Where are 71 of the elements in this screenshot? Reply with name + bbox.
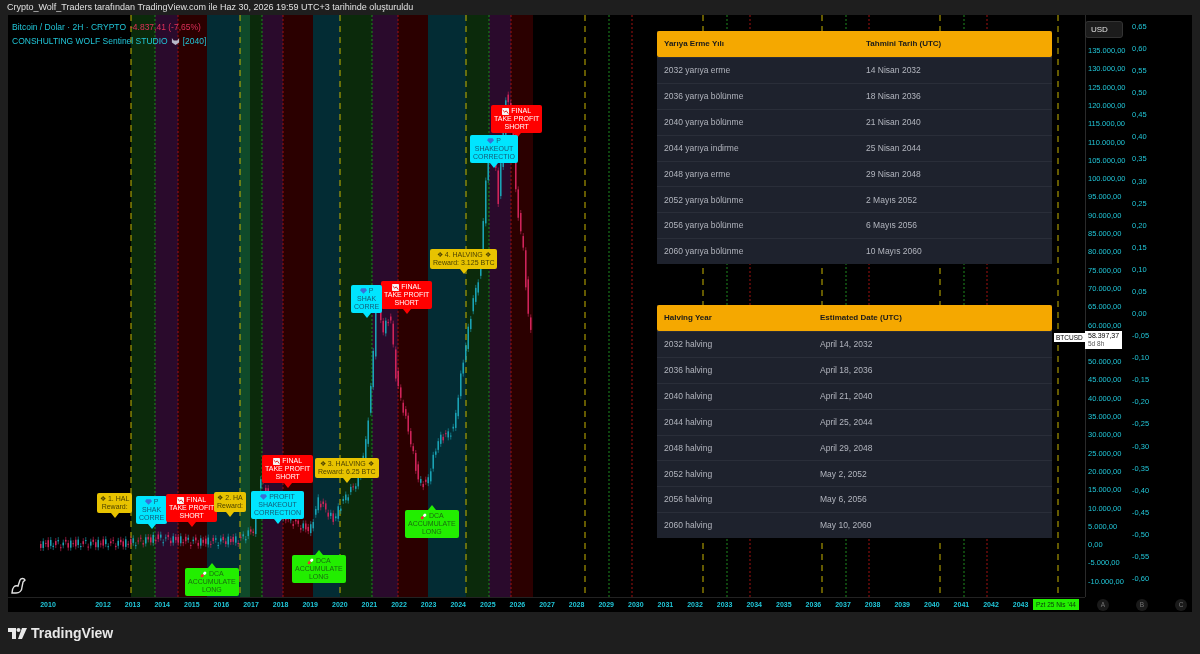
pointer-icon <box>283 483 292 488</box>
pointer-icon <box>342 478 351 483</box>
brand-name: TradingView <box>31 623 114 643</box>
table-cell-text: 2036 halving <box>663 363 714 377</box>
diamond-icon <box>487 138 495 145</box>
table-cell: April 18, 2036 <box>820 363 873 377</box>
table-cell-text: 2060 yarıya bölünme <box>663 245 745 259</box>
pill-icon <box>306 557 314 565</box>
diamond-icon <box>260 494 268 501</box>
table-cell: 29 Nisan 2048 <box>866 167 921 181</box>
pointer-icon <box>273 519 282 524</box>
table-cell-text: 2044 halving <box>663 415 714 429</box>
table-cell-text: 2032 halving <box>663 338 714 351</box>
table-cell-text: 2056 halving <box>663 493 714 507</box>
table-cell: April 25, 2044 <box>820 415 873 429</box>
table-cell: 25 Nisan 2044 <box>866 141 921 155</box>
pointer-icon <box>110 513 119 518</box>
indicator-name: CONSHULTING WOLF Sentinel STUDIO <box>12 34 168 48</box>
table-cell-text: 2040 yarıya bölünme <box>663 115 745 129</box>
pointer-icon <box>314 550 323 555</box>
pill-icon <box>419 512 427 520</box>
column-header: Estimated Date (UTC) <box>820 312 902 324</box>
column-header: Halving Year <box>663 312 713 324</box>
table-cell: 21 Nisan 2040 <box>866 115 921 129</box>
table-cell: May 6, 2056 <box>820 493 867 507</box>
wolf-icon <box>170 36 180 46</box>
diamond-icon <box>359 288 367 295</box>
chart-down-icon <box>273 457 281 465</box>
table-cell: 10 Mayıs 2060 <box>866 245 922 259</box>
price-change: -4.837,41 (-7,65%) <box>130 21 201 34</box>
pointer-icon <box>147 524 156 529</box>
table-cell-text: 2040 halving <box>663 389 714 403</box>
table-cell-text: 2036 yarıya bölünme <box>663 89 745 103</box>
snapshot-caption: Crypto_Wolf_Traders tarafından TradingView.com ile Haz 30, 2026 19:59 UTC+3 tarihinde oluşturuldu <box>7 0 414 14</box>
table-cell-text: 2044 yarıya indirme <box>663 141 740 155</box>
table-cell: 6 Mayıs 2056 <box>866 219 918 233</box>
table-cell: April 21, 2040 <box>820 389 873 403</box>
pointer-icon <box>207 563 216 568</box>
pill-icon <box>199 570 207 578</box>
pointer-icon <box>427 505 436 510</box>
table-cell: April 29, 2048 <box>820 441 873 455</box>
dinosaur-icon <box>10 577 28 594</box>
chart-down-icon <box>502 107 510 115</box>
table-cell-text: 2060 halving <box>663 519 714 533</box>
indicator-parameter: [2040] <box>182 34 207 48</box>
table-cell: 14 Nisan 2032 <box>866 64 921 77</box>
column-header: Yarıya Erme Yılı <box>663 38 725 50</box>
table-cell-text: 2048 yarıya erme <box>663 167 732 181</box>
table-cell: 18 Nisan 2036 <box>866 89 921 103</box>
pointer-icon <box>402 309 411 314</box>
table-cell: May 10, 2060 <box>820 519 872 533</box>
symbol-title: Bitcoin / Dolar · 2H · CRYPTO <box>12 21 126 34</box>
table-cell-text: 2032 yarıya erme <box>663 64 732 77</box>
pointer-icon <box>187 522 196 527</box>
table-cell-text: 2048 halving <box>663 441 714 455</box>
pointer-icon <box>226 512 235 517</box>
pointer-icon <box>490 163 498 168</box>
currency-button[interactable]: USD <box>1085 21 1123 38</box>
table-cell: May 2, 2052 <box>820 467 867 481</box>
pointer-icon <box>459 269 468 274</box>
table-cell-text: 2052 yarıya bölünme <box>663 193 745 207</box>
pointer-icon <box>362 313 371 318</box>
chart-down-icon <box>177 496 185 504</box>
tradingview-logo-icon <box>8 627 27 639</box>
table-cell-text: 2056 yarıya bölünme <box>663 219 745 233</box>
column-header: Tahmini Tarih (UTC) <box>866 38 942 50</box>
table-cell: April 14, 2032 <box>820 338 873 351</box>
table-cell-text: 2052 halving <box>663 467 714 481</box>
table-cell: 2 Mayıs 2052 <box>866 193 918 207</box>
chart-down-icon <box>392 283 400 291</box>
diamond-icon <box>144 499 152 506</box>
